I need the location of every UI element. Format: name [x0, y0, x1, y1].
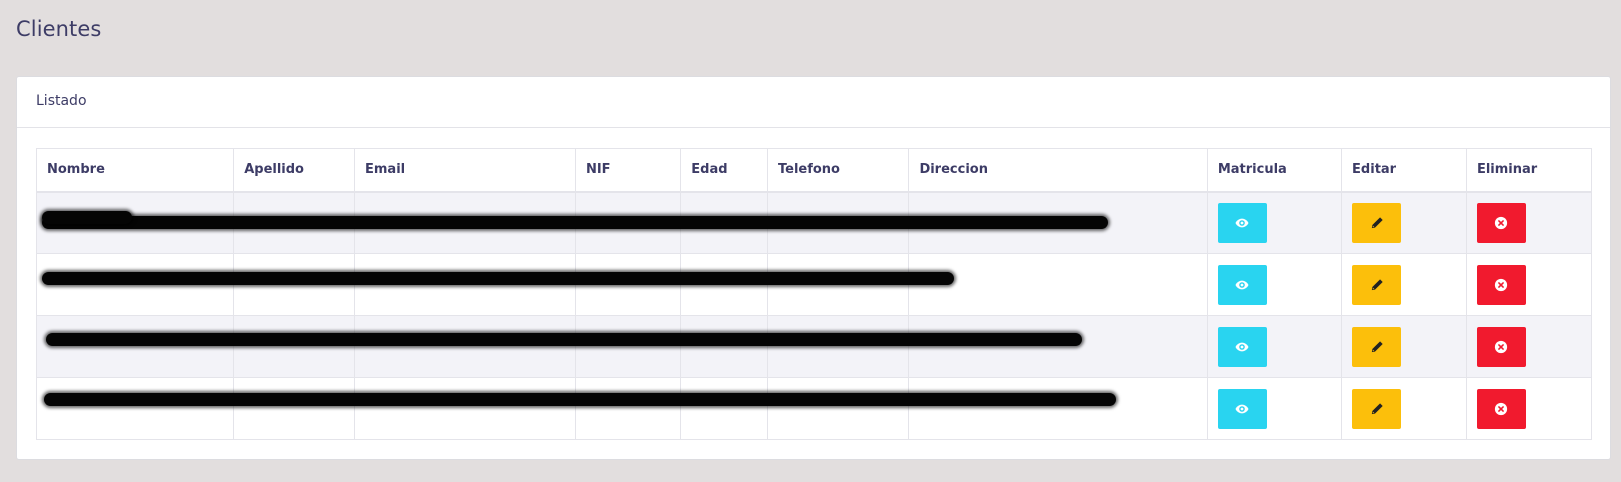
times-circle-icon — [1495, 402, 1508, 415]
eye-icon — [1235, 218, 1249, 228]
column-header-eliminar[interactable]: Eliminar — [1465, 148, 1593, 193]
redaction-mark — [42, 272, 954, 285]
column-header-email[interactable]: Email — [354, 148, 576, 193]
cell-nif — [574, 377, 682, 440]
pencil-icon — [1371, 340, 1383, 352]
delete-button[interactable] — [1476, 326, 1526, 367]
cell-direccion — [908, 253, 1208, 316]
cell-eliminar — [1465, 377, 1593, 440]
cell-eliminar — [1465, 253, 1593, 316]
cell-eliminar — [1465, 191, 1593, 254]
page-title: Clientes — [16, 17, 102, 41]
cell-matricula — [1206, 191, 1343, 254]
redaction-mark — [44, 393, 1116, 406]
edit-button[interactable] — [1352, 326, 1402, 367]
pencil-icon — [1371, 402, 1383, 414]
cell-editar — [1341, 377, 1467, 440]
view-matricula-button[interactable] — [1217, 264, 1267, 305]
cell-editar — [1341, 253, 1467, 316]
pencil-icon — [1371, 278, 1383, 290]
view-matricula-button[interactable] — [1217, 202, 1267, 243]
redaction-mark — [42, 216, 1108, 229]
pencil-icon — [1371, 217, 1383, 228]
delete-button[interactable] — [1476, 202, 1526, 243]
column-header-nif[interactable]: NIF — [574, 148, 682, 193]
cell-direccion — [908, 377, 1208, 440]
column-header-edad[interactable]: Edad — [680, 148, 768, 193]
clients-table-wrapper: Nombre Apellido Email NIF Edad Telefono … — [35, 148, 1593, 440]
clients-card: Listado Nombre Apellido Email NIF Edad T… — [16, 76, 1611, 460]
delete-button[interactable] — [1476, 264, 1526, 305]
cell-nif — [574, 315, 682, 378]
column-header-telefono[interactable]: Telefono — [766, 148, 910, 193]
cell-apellido — [233, 315, 355, 378]
cell-telefono — [766, 315, 910, 378]
cell-matricula — [1206, 253, 1343, 316]
cell-direccion — [908, 315, 1208, 378]
view-matricula-button[interactable] — [1217, 388, 1267, 429]
cell-nombre — [35, 315, 235, 378]
cell-edad — [680, 377, 768, 440]
times-circle-icon — [1495, 340, 1508, 353]
cell-telefono — [766, 377, 910, 440]
cell-matricula — [1206, 377, 1343, 440]
times-circle-icon — [1495, 278, 1508, 291]
cell-apellido — [233, 377, 355, 440]
delete-button[interactable] — [1476, 388, 1526, 429]
column-header-editar[interactable]: Editar — [1341, 148, 1467, 193]
cell-email — [354, 377, 576, 440]
table-row — [35, 377, 1593, 440]
view-matricula-button[interactable] — [1217, 326, 1267, 367]
cell-editar — [1341, 315, 1467, 378]
eye-icon — [1235, 404, 1249, 413]
cell-editar — [1341, 191, 1467, 254]
cell-edad — [680, 315, 768, 378]
card-header: Listado — [17, 77, 1610, 128]
times-circle-icon — [1495, 216, 1508, 229]
edit-button[interactable] — [1352, 264, 1402, 305]
column-header-direccion[interactable]: Direccion — [908, 148, 1208, 193]
cell-eliminar — [1465, 315, 1593, 378]
edit-button[interactable] — [1352, 388, 1402, 429]
edit-button[interactable] — [1352, 202, 1402, 243]
eye-icon — [1235, 342, 1249, 351]
eye-icon — [1235, 280, 1249, 289]
redaction-mark — [42, 211, 132, 224]
column-header-apellido[interactable]: Apellido — [233, 148, 355, 193]
cell-email — [354, 315, 576, 378]
column-header-nombre[interactable]: Nombre — [35, 148, 235, 193]
cell-matricula — [1206, 315, 1343, 378]
column-header-matricula[interactable]: Matricula — [1206, 148, 1343, 193]
table-header-row: Nombre Apellido Email NIF Edad Telefono … — [35, 148, 1593, 193]
table-row — [35, 315, 1593, 378]
redaction-mark — [46, 333, 1082, 346]
cell-nombre — [35, 377, 235, 440]
